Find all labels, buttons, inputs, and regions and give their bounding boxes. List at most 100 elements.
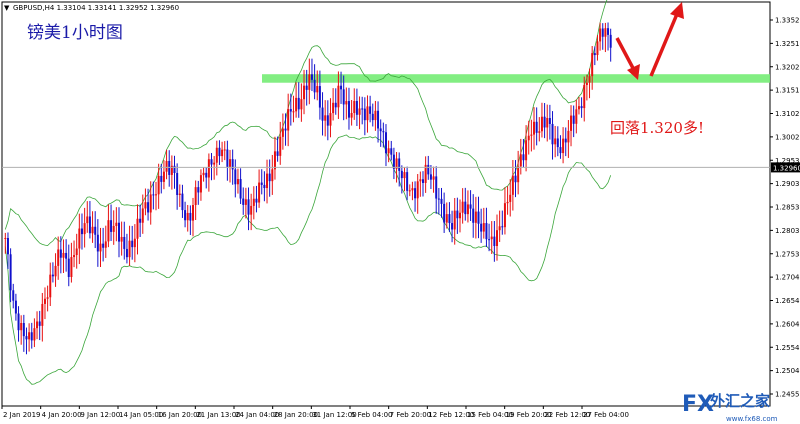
candle-body: [223, 149, 226, 151]
candle-body: [255, 198, 258, 203]
y-tick-label: 1.30025: [775, 133, 800, 141]
candle-body: [123, 236, 126, 249]
candle-body: [567, 130, 570, 143]
candle-body: [464, 201, 467, 215]
candle-body: [604, 28, 607, 37]
candle-body: [414, 188, 417, 199]
y-tick-label: 1.29035: [775, 180, 800, 188]
watermark-url: www.fx68.com: [726, 415, 778, 423]
candle-body: [268, 173, 271, 182]
candle-body: [355, 101, 358, 115]
candle-body: [482, 223, 485, 232]
candle-body: [234, 169, 237, 185]
candle-body: [165, 160, 168, 172]
candle-body: [509, 194, 512, 202]
candle-body: [332, 102, 335, 114]
candle-body: [133, 238, 136, 248]
candle-body: [244, 199, 247, 205]
candle-body: [152, 194, 155, 196]
candle-body: [408, 190, 411, 192]
candle-body: [334, 102, 337, 108]
candle-body: [387, 148, 390, 154]
price-axis: 1.33520 1.32515 1.32020 1.31515 1.31020 1.300…: [770, 17, 800, 399]
candle-body: [62, 252, 65, 258]
candle-body: [321, 107, 324, 121]
candle-body: [593, 53, 596, 56]
candle-body: [157, 175, 160, 195]
candle-body: [562, 138, 565, 154]
candle-body: [9, 254, 12, 291]
candle-body: [316, 86, 319, 93]
candle-body: [461, 201, 464, 213]
candle-body: [466, 204, 469, 215]
candle-body: [78, 228, 81, 249]
y-tick-label: 1.27535: [775, 250, 800, 258]
candle-body: [406, 172, 409, 191]
candle-body: [554, 138, 557, 145]
candle-body: [429, 174, 432, 180]
x-tick-label: 27 Feb 04:00: [583, 411, 629, 419]
candle-body: [514, 175, 517, 183]
candle-body: [22, 323, 25, 337]
candle-body: [239, 179, 242, 199]
candle-body: [342, 89, 345, 105]
candle-body: [599, 28, 602, 42]
candle-body: [543, 116, 546, 128]
candle-body: [596, 41, 599, 56]
candle-body: [488, 239, 491, 241]
candle-body: [73, 255, 76, 258]
y-tick-label: 1.25040: [775, 367, 800, 375]
candle-body: [347, 101, 350, 118]
candle-body: [173, 165, 176, 173]
candle-body: [110, 220, 113, 232]
candle-body: [477, 211, 480, 224]
candle-body: [570, 115, 573, 131]
candle-body: [474, 211, 477, 223]
watermark-name: 外汇之家: [709, 392, 770, 410]
candle-body: [324, 115, 327, 121]
candle-body: [350, 112, 353, 118]
candle-body: [186, 212, 189, 221]
x-tick-label: 4 Jan 20:00: [42, 411, 82, 419]
candle-body: [54, 265, 57, 277]
candle-body: [297, 97, 300, 110]
candle-body: [115, 222, 118, 226]
candle-body: [533, 121, 536, 135]
candle-body: [308, 74, 311, 90]
candle-body: [271, 169, 274, 182]
candle-body: [194, 187, 197, 206]
candle-body: [250, 205, 253, 215]
candle-body: [400, 170, 403, 179]
candle-body: [318, 86, 321, 108]
candle-body: [43, 298, 46, 304]
candle-body: [197, 187, 200, 193]
candle-body: [281, 128, 284, 137]
candle-body: [144, 202, 147, 209]
candle-body: [369, 106, 372, 114]
candle-body: [527, 135, 530, 141]
y-tick-label: 1.27040: [775, 274, 800, 282]
candle-body: [292, 111, 295, 113]
candle-body: [112, 225, 115, 232]
candle-body: [83, 223, 86, 235]
candle-body: [94, 226, 97, 235]
candle-body: [377, 110, 380, 129]
candle-body: [215, 147, 218, 163]
candle-body: [548, 118, 551, 124]
candle-body: [287, 109, 290, 131]
candle-body: [501, 226, 504, 228]
candle-body: [496, 230, 499, 247]
candle-body: [276, 151, 279, 156]
candle-body: [59, 249, 62, 258]
candle-body: [522, 154, 525, 161]
candle-body: [519, 154, 522, 167]
current-price-label: 1.32960: [773, 164, 800, 172]
candle-body: [564, 138, 567, 143]
candle-body: [41, 303, 44, 326]
candle-body: [456, 210, 459, 219]
candle-body: [601, 28, 604, 37]
candle-body: [398, 158, 401, 171]
x-tick-label: 7 Feb 20:00: [390, 411, 431, 419]
candle-body: [96, 234, 99, 252]
candle-body: [345, 101, 348, 105]
